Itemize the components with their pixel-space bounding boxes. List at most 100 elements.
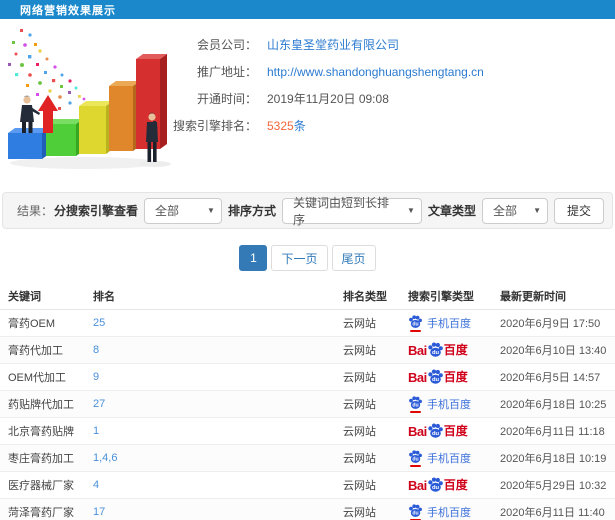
article-type-value: 全部 — [492, 204, 517, 218]
svg-text:du: du — [432, 377, 440, 383]
cell-keyword: OEM代加工 — [0, 363, 85, 391]
cell-engine-type: Bai du 百度 — [400, 417, 492, 445]
info-row-url: 推广地址： http://www.shandonghuangshengtang.… — [185, 58, 484, 85]
promo-url-link[interactable]: http://www.shandonghuangshengtang.cn — [267, 65, 484, 79]
engine-filter-select[interactable]: 全部 ▼ — [143, 197, 222, 224]
cell-rank-link[interactable]: 17 — [85, 498, 335, 520]
page-header: 网络营销效果展示 — [0, 0, 615, 19]
mobile-baidu-logo: du 手机百度 — [408, 503, 471, 520]
svg-text:du: du — [412, 402, 418, 408]
chevron-down-icon: ▼ — [407, 206, 415, 215]
cell-rank-link[interactable]: 9 — [85, 363, 335, 391]
page-title: 网络营销效果展示 — [20, 4, 116, 17]
cell-updated-time: 2020年6月11日 11:40 — [492, 498, 615, 520]
cell-engine-type: du 手机百度 — [400, 390, 492, 418]
cell-rank-link[interactable]: 4 — [85, 471, 335, 499]
header-updated: 最新更新时间 — [492, 283, 615, 310]
cell-rank-type: 云网站 — [335, 498, 400, 520]
baidu-paw-icon: du — [428, 423, 443, 438]
cell-keyword: 医疗器械厂家 — [0, 471, 85, 499]
cell-rank-link[interactable]: 1 — [85, 417, 335, 445]
promo-url-label: 推广地址： — [196, 65, 257, 79]
cell-keyword: 药贴牌代加工 — [0, 390, 85, 418]
cell-updated-time: 2020年6月18日 10:19 — [492, 444, 615, 472]
rank-count-number: 5325 — [267, 119, 294, 133]
table-header-row: 关键词 排名 排名类型 搜索引擎类型 最新更新时间 — [0, 283, 615, 310]
page-button-current[interactable]: 1 — [239, 245, 268, 271]
baidu-paw-icon: du — [409, 503, 422, 517]
company-info: 会员公司： 山东皇圣堂药业有限公司 推广地址： http://www.shand… — [173, 19, 484, 186]
table-row: 膏药OEM 25 云网站 du 手机百度 2020年6月9日 17:50 — [0, 309, 615, 337]
baidu-logo-cn: 百度 — [443, 478, 468, 492]
chevron-down-icon: ▼ — [533, 206, 541, 215]
engine-filter-label: 分搜索引擎查看 — [53, 204, 138, 218]
submit-button[interactable]: 提交 — [553, 197, 604, 224]
rank-count-label: 搜索引擎排名： — [172, 119, 257, 133]
cell-keyword: 北京膏药贴牌 — [0, 417, 85, 445]
cell-rank-link[interactable]: 1,4,6 — [85, 444, 335, 472]
bar-yellow — [79, 101, 113, 154]
baidu-logo-cn: 百度 — [443, 424, 468, 438]
engine-label: 手机百度 — [427, 317, 471, 330]
cell-rank-type: 云网站 — [335, 336, 400, 364]
rank-count-suffix: 条 — [293, 119, 306, 133]
baidu-paw-icon: du — [409, 395, 422, 409]
engine-label: 手机百度 — [427, 506, 471, 519]
result-label: 结果： — [17, 204, 54, 218]
engine-label: 手机百度 — [427, 452, 471, 465]
cell-rank-type: 云网站 — [335, 417, 400, 445]
cell-updated-time: 2020年6月18日 10:25 — [492, 390, 615, 418]
company-name-link[interactable]: 山东皇圣堂药业有限公司 — [267, 36, 399, 53]
open-time-label: 开通时间： — [196, 92, 257, 106]
company-label: 会员公司： — [196, 38, 257, 52]
engine-label: 手机百度 — [427, 398, 471, 411]
article-type-label: 文章类型 — [427, 204, 476, 218]
cell-rank-type: 云网站 — [335, 444, 400, 472]
baidu-logo-cn: 百度 — [443, 370, 468, 384]
cell-rank-type: 云网站 — [335, 390, 400, 418]
sort-filter-select[interactable]: 关键词由短到长排序 ▼ — [281, 196, 422, 227]
cell-keyword: 枣庄膏药加工 — [0, 444, 85, 472]
chevron-down-icon: ▼ — [207, 206, 215, 215]
paw-underline — [410, 464, 421, 467]
baidu-logo: Bai du 百度 — [408, 476, 468, 493]
mobile-baidu-logo: du 手机百度 — [408, 395, 471, 413]
filter-bar: 结果： 分搜索引擎查看 全部 ▼ 排序方式 关键词由短到长排序 ▼ 文章类型 全… — [2, 192, 613, 229]
mobile-baidu-logo: du 手机百度 — [408, 449, 471, 467]
paw-underline — [410, 410, 421, 413]
cell-engine-type: Bai du 百度 — [400, 471, 492, 499]
engine-filter-value: 全部 — [154, 204, 179, 218]
rank-count-value[interactable]: 5325条 — [267, 117, 306, 134]
header-engine-type: 搜索引擎类型 — [400, 283, 492, 310]
header-rank: 排名 — [85, 283, 335, 310]
cell-engine-type: du 手机百度 — [400, 309, 492, 337]
table-row: 菏泽膏药厂家 17 云网站 du 手机百度 2020年6月11日 11:40 — [0, 498, 615, 520]
cell-rank-type: 云网站 — [335, 471, 400, 499]
businessman-left — [20, 95, 40, 133]
info-row-open-time: 开通时间： 2019年11月20日 09:08 — [185, 85, 484, 112]
cell-updated-time: 2020年6月5日 14:57 — [492, 363, 615, 391]
baidu-logo-bai: Bai — [408, 343, 427, 358]
cell-rank-link[interactable]: 25 — [85, 309, 335, 337]
svg-text:du: du — [432, 485, 440, 491]
cell-rank-link[interactable]: 8 — [85, 336, 335, 364]
cell-rank-link[interactable]: 27 — [85, 390, 335, 418]
mobile-baidu-logo: du 手机百度 — [408, 314, 471, 332]
cell-rank-type: 云网站 — [335, 309, 400, 337]
page-button-last[interactable]: 尾页 — [331, 245, 376, 271]
baidu-logo-cn: 百度 — [443, 343, 468, 357]
table-row: 北京膏药贴牌 1 云网站 Bai du 百度 2020年6月11日 11:18 — [0, 417, 615, 445]
info-section: 会员公司： 山东皇圣堂药业有限公司 推广地址： http://www.shand… — [0, 19, 615, 186]
baidu-logo-bai: Bai — [408, 424, 427, 439]
baidu-paw-icon: du — [409, 314, 422, 328]
cell-engine-type: Bai du 百度 — [400, 336, 492, 364]
cell-updated-time: 2020年6月10日 13:40 — [492, 336, 615, 364]
cell-keyword: 膏药OEM — [0, 309, 85, 337]
table-row: OEM代加工 9 云网站 Bai du 百度 2020年6月5日 14:57 — [0, 363, 615, 391]
sort-filter-label: 排序方式 — [227, 204, 276, 218]
page-button-next[interactable]: 下一页 — [271, 245, 328, 271]
cell-updated-time: 2020年6月11日 11:18 — [492, 417, 615, 445]
svg-text:du: du — [432, 350, 440, 356]
article-type-select[interactable]: 全部 ▼ — [481, 197, 548, 224]
open-time-value: 2019年11月20日 09:08 — [267, 92, 389, 106]
